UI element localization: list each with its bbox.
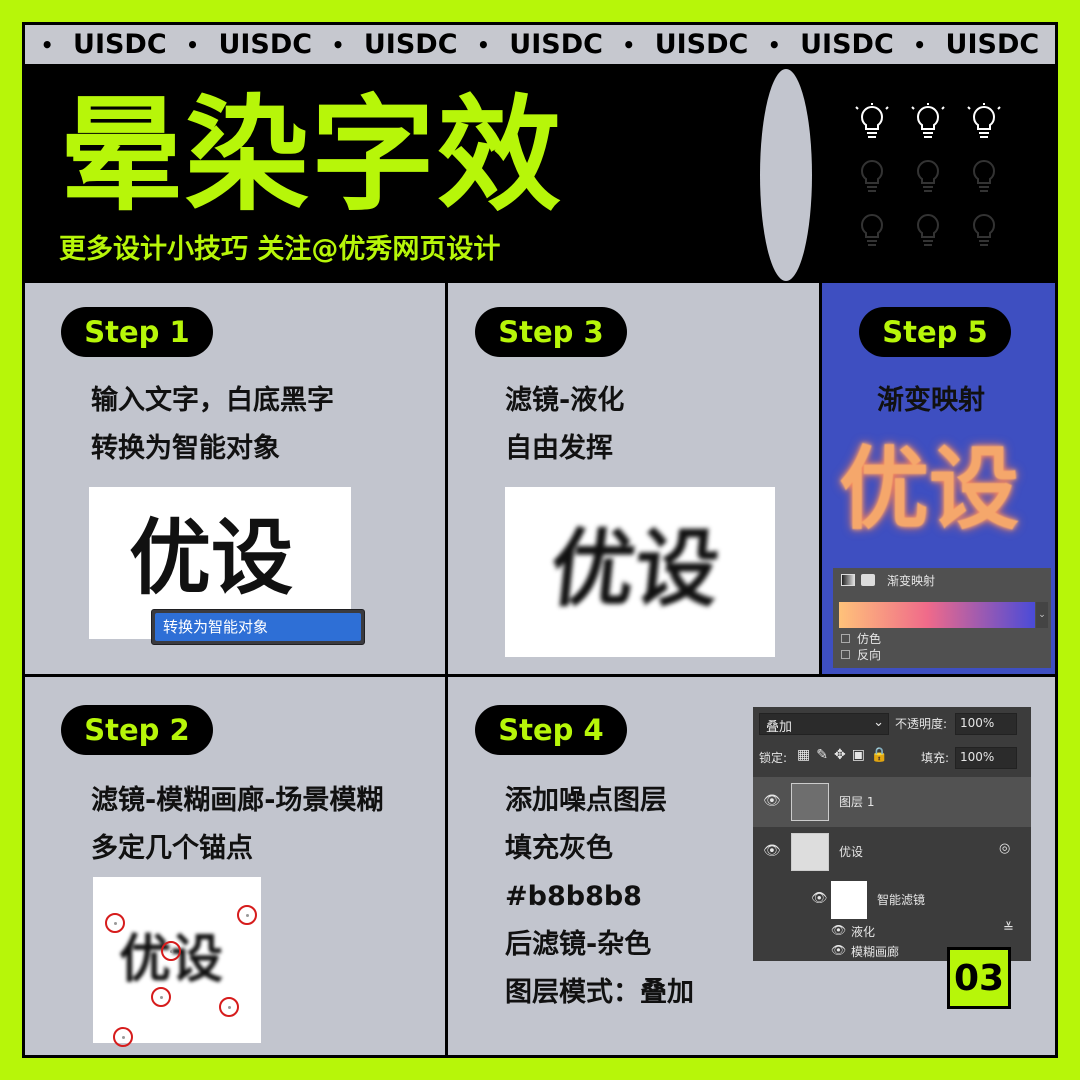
decorative-oval (760, 69, 812, 281)
step-3-line-2: 自由发挥 (505, 433, 613, 464)
eye-icon[interactable]: 👁 (763, 793, 781, 809)
layer-row-text[interactable]: 👁 优设 ◎ (753, 827, 1031, 877)
ticker-text: UISDC (218, 29, 313, 60)
dither-label: 仿色 (857, 632, 882, 646)
anchor-point-icon[interactable] (151, 987, 171, 1007)
smart-filter-label: 智能滤镜 (877, 893, 926, 907)
ticker-bar: • UISDC • UISDC • UISDC • UISDC • UISDC • UISD… (25, 25, 1055, 67)
filter-mask-thumbnail (831, 881, 867, 919)
filter-row-liquify[interactable]: 👁 液化 ≚ (753, 921, 1031, 941)
anchor-point-icon[interactable] (105, 913, 125, 933)
step-1-pill: Step 1 (61, 307, 213, 357)
chevron-down-icon: ⌄ (873, 715, 884, 730)
ticker-text: UISDC (509, 29, 603, 60)
step-4-line-5: 图层模式：叠加 (505, 977, 694, 1008)
ticker-text: UISDC (945, 29, 1040, 60)
chevron-down-icon[interactable]: ⌄ (1036, 602, 1048, 628)
eye-icon[interactable]: 👁 (831, 943, 846, 957)
ticker-text: UISDC (654, 29, 749, 60)
step-5-line-1: 渐变映射 (877, 385, 985, 416)
step-1-line-1: 输入文字，白底黑字 (91, 385, 334, 416)
adjustment-icon (841, 574, 855, 586)
anchor-point-icon[interactable] (113, 1027, 133, 1047)
layer-row-noise[interactable]: 👁 图层 1 (753, 777, 1031, 827)
anchor-point-icon[interactable] (237, 905, 257, 925)
menu-item-convert-smart-object[interactable]: 转换为智能对象 (155, 613, 361, 641)
context-menu: 转换为智能对象 (151, 609, 365, 645)
page-subtitle: 更多设计小技巧 关注@优秀网页设计 (59, 234, 501, 265)
step-2-line-2: 多定几个锚点 (91, 833, 253, 864)
step-2-line-1: 滤镜-模糊画廊-场景模糊 (91, 785, 384, 816)
eye-icon[interactable]: 👁 (811, 891, 828, 906)
opacity-value: 100% (960, 716, 995, 730)
step-5-pill: Step 5 (859, 307, 1011, 357)
lightbulb-icon (972, 214, 996, 246)
page-number: 03 (947, 947, 1011, 1009)
ticker-text: UISDC (363, 29, 458, 60)
fill-input[interactable]: 100% (955, 747, 1017, 769)
filter-name: 液化 (851, 925, 876, 939)
lightbulb-icon (967, 103, 1001, 138)
step-4-line-3: #b8b8b8 (505, 881, 642, 912)
panel-title: 渐变映射 (887, 574, 936, 588)
gradient-bar[interactable] (839, 602, 1035, 628)
step-2-pill: Step 2 (61, 705, 213, 755)
ticker-text: UISDC (73, 29, 167, 60)
sample-text: 优设 (545, 520, 725, 618)
ticker-text: UISDC (800, 29, 894, 60)
gradient-map-panel: 渐变映射 ⌄ 仿色 反向 (833, 568, 1051, 668)
lightbulb-icon (916, 214, 940, 246)
layer-name: 优设 (839, 845, 864, 859)
reverse-label: 反向 (857, 648, 882, 662)
lightbulb-icon (972, 160, 996, 192)
grid-line (25, 674, 1055, 677)
opacity-input[interactable]: 100% (955, 713, 1017, 735)
step-4-line-2: 填充灰色 (505, 833, 613, 864)
reverse-checkbox[interactable] (841, 650, 850, 659)
lightbulb-icon (860, 214, 884, 246)
step-4-line-1: 添加噪点图层 (505, 785, 667, 816)
lock-icons[interactable]: ▦✎✥▣🔒 (797, 747, 894, 763)
layer-thumbnail (791, 783, 829, 821)
fill-label: 填充: (921, 751, 950, 765)
step-1-line-2: 转换为智能对象 (91, 433, 280, 464)
step-3-preview: 优设 (505, 487, 775, 657)
page-title: 晕染字效 (59, 84, 564, 228)
step-2-preview: 优设 (93, 877, 261, 1047)
mask-icon (861, 574, 875, 586)
lightbulb-icon (860, 160, 884, 192)
sample-text: 优设 (129, 511, 294, 606)
anchor-point-icon[interactable] (161, 941, 181, 961)
eye-icon[interactable]: 👁 (763, 843, 781, 859)
opacity-label: 不透明度: (895, 717, 948, 731)
step-4-line-4: 后滤镜-杂色 (505, 929, 652, 960)
step-3-line-1: 滤镜-液化 (505, 385, 625, 416)
fill-value: 100% (960, 750, 995, 764)
lightbulb-icon (911, 103, 945, 138)
step-3-pill: Step 3 (475, 307, 627, 357)
lightbulb-icon (855, 103, 889, 138)
filter-name: 模糊画廊 (851, 945, 900, 959)
smart-object-thumbnail (791, 833, 829, 871)
lock-label: 锁定: (759, 751, 788, 765)
link-icon: ◎ (999, 841, 1011, 856)
grid-line (445, 283, 448, 1055)
dither-checkbox[interactable] (841, 634, 850, 643)
blend-mode-select[interactable]: 叠加 ⌄ (759, 713, 889, 735)
blend-mode-value: 叠加 (766, 720, 793, 735)
layer-name: 图层 1 (839, 795, 875, 809)
filter-options-icon[interactable]: ≚ (1003, 921, 1014, 936)
step-4-pill: Step 4 (475, 705, 627, 755)
step-5-gradient-text: 优设 (839, 437, 1019, 542)
bulb-grid (855, 103, 1023, 265)
eye-icon[interactable]: 👁 (831, 923, 846, 937)
header-banner: 晕染字效 更多设计小技巧 关注@优秀网页设计 (25, 67, 1055, 283)
smart-filter-row[interactable]: 👁 智能滤镜 (753, 879, 1031, 921)
layers-panel: 叠加 ⌄ 不透明度: 100% 锁定: ▦✎✥▣🔒 填充: 100% 👁 图层 1… (753, 707, 1031, 961)
lightbulb-icon (916, 160, 940, 192)
poster-frame: • UISDC • UISDC • UISDC • UISDC • UISDC • UISD… (22, 22, 1058, 1058)
anchor-point-icon[interactable] (219, 997, 239, 1017)
